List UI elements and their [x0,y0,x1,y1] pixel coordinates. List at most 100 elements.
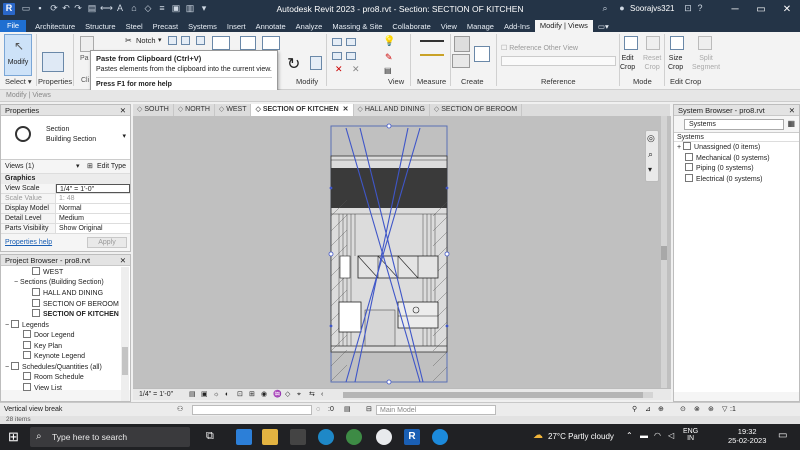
view-filter-icon[interactable]: ▤ [384,66,392,75]
maximize-icon[interactable]: ▭ [748,0,774,20]
zoom-dropdown-icon[interactable]: ▾ [648,165,652,174]
tab-precast[interactable]: Precast [148,22,183,31]
select-links-icon[interactable]: ⚲ [632,403,637,417]
reset-crop-icon[interactable] [646,36,660,50]
reference-panel-label[interactable]: Reference [541,77,576,86]
modify-button[interactable]: ↖ Modify [4,34,32,76]
mirror-icon[interactable] [262,36,280,50]
notch-dropdown-icon[interactable]: ▾ [158,36,162,44]
edit-crop-icon[interactable] [624,36,638,50]
system-item[interactable]: + Unassigned (0 items) [677,142,799,153]
shadows-icon[interactable]: ◐ [225,389,229,401]
property-value[interactable]: Medium [56,214,130,223]
close-icon[interactable]: ✕ [120,255,126,266]
browser-item[interactable]: − Schedules/Quantities (all) [1,361,130,373]
detail-level-icon[interactable]: ▤ [189,389,196,401]
view-scale[interactable]: 1/4" = 1'-0" [139,389,173,401]
system-item[interactable]: Piping (0 systems) [677,163,799,174]
browser-item[interactable]: − Legends [1,319,130,331]
browser-item[interactable]: View List [1,382,130,394]
tab-analyze[interactable]: Analyze [291,22,328,31]
view-tab[interactable]: ◇ SOUTH [133,104,174,116]
steering-wheel-icon[interactable]: ◎ [647,133,655,144]
apply-button[interactable]: Apply [87,237,127,248]
split-segment-label[interactable]: Split Segment [692,54,720,72]
select-pinned-icon[interactable]: ⊕ [658,403,664,417]
close-icon[interactable]: ✕ [789,105,795,116]
scrollbar-thumb[interactable] [122,347,128,375]
move-icon[interactable] [332,38,342,46]
measure-panel-label[interactable]: Measure [417,77,446,86]
user-icon[interactable]: ● [616,3,628,15]
system-item[interactable]: Mechanical (0 systems) [677,152,799,164]
tab-collaborate[interactable]: Collaborate [387,22,435,31]
property-row[interactable]: Display Model Normal [1,204,130,214]
edit-type-icon[interactable]: ⊞ [87,162,93,170]
browser-item[interactable]: SECTION OF KITCHEN [1,309,130,320]
weather-text[interactable]: 27°C Partly cloudy [548,432,614,441]
scrollbar-thumb[interactable] [661,246,667,260]
volume-icon[interactable]: ◁ [668,431,674,440]
copy-icon[interactable] [346,38,356,46]
sun-path-icon[interactable]: ☼ [213,389,219,401]
view-tab[interactable]: ◇ SECTION OF BEROOM [430,104,523,116]
array-icon[interactable] [332,52,342,60]
size-crop-label[interactable]: Size Crop [668,54,683,72]
select-underlay-icon[interactable]: ⊿ [645,403,651,417]
store-icon[interactable] [290,429,306,445]
aligned-dimension-icon[interactable] [420,40,444,42]
ribbon-toggle-icon[interactable]: ▭▾ [593,22,614,31]
reveal-hidden-icon[interactable]: ♒ [273,389,282,401]
chrome-profile-icon[interactable] [376,429,392,445]
clock[interactable]: 19:32 25-02-2023 [728,427,766,445]
tab-manage[interactable]: Manage [462,22,499,31]
wifi-icon[interactable]: ◠ [654,431,661,440]
system-item[interactable]: Electrical (0 systems) [677,173,799,185]
browser-item[interactable]: Room Schedule [1,372,130,383]
tab-architecture[interactable]: Architecture [30,22,80,31]
main-model-select[interactable]: Main Model [376,405,496,415]
create-parts-icon[interactable] [454,36,470,52]
vertical-scrollbar[interactable] [661,116,667,388]
hide-element-icon[interactable]: 💡 [383,36,395,47]
chevron-down-icon[interactable]: ▾ [76,162,80,170]
windows-start-icon[interactable]: ⊞ [8,429,19,445]
scale-icon[interactable] [346,52,356,60]
property-value[interactable]: 1: 48 [56,194,130,203]
chrome-icon[interactable] [346,429,362,445]
view-panel-label[interactable]: View [388,77,404,86]
notifications-icon[interactable]: ▭ [778,430,787,441]
property-row[interactable]: View Scale 1/4" = 1'-0" [1,184,130,194]
language-indicator[interactable]: ENG IN [683,428,698,442]
select-by-face-icon[interactable]: ⊙ [680,403,686,417]
browser-item[interactable]: HALL AND DINING [1,288,130,299]
property-row[interactable]: Detail Level Medium [1,214,130,224]
view-tab[interactable]: ◇ WEST [215,104,252,116]
modify-panel-label[interactable]: Modify [296,77,318,86]
measure-line-icon[interactable] [420,54,444,56]
tab-view[interactable]: View [436,22,462,31]
worksharing-icon[interactable]: ◇ [285,389,290,401]
browser-item[interactable]: Keynote Legend [1,351,130,362]
worksets-icon[interactable]: ⚇ [177,403,183,417]
editable-only-icon[interactable]: ◌ [316,403,320,417]
tab-structure[interactable]: Structure [80,22,120,31]
edit-type-button[interactable]: Edit Type [97,163,126,170]
task-view-icon[interactable]: ⧉ [206,430,214,443]
size-crop-icon[interactable] [670,36,684,50]
reference-view-select[interactable] [501,56,616,66]
delete-icon[interactable]: ✕ [335,64,343,75]
filter-count[interactable]: :1 [730,403,736,417]
properties-icon[interactable] [42,52,64,72]
geometry-icon[interactable] [196,36,205,45]
tab-steel[interactable]: Steel [121,22,148,31]
tab-add-ins[interactable]: Add-Ins [499,22,535,31]
help-icon[interactable]: ? [694,3,706,15]
tab-massing-site[interactable]: Massing & Site [327,22,387,31]
create-panel-label[interactable]: Create [461,77,484,86]
filter-icon[interactable]: ▽ [722,403,727,417]
browser-item[interactable]: SECTION OF BEROOM [1,298,130,310]
systems-column-header[interactable]: Systems [674,132,799,142]
edit-crop-label[interactable]: Edit Crop [620,54,635,72]
property-value[interactable]: Normal [56,204,130,213]
